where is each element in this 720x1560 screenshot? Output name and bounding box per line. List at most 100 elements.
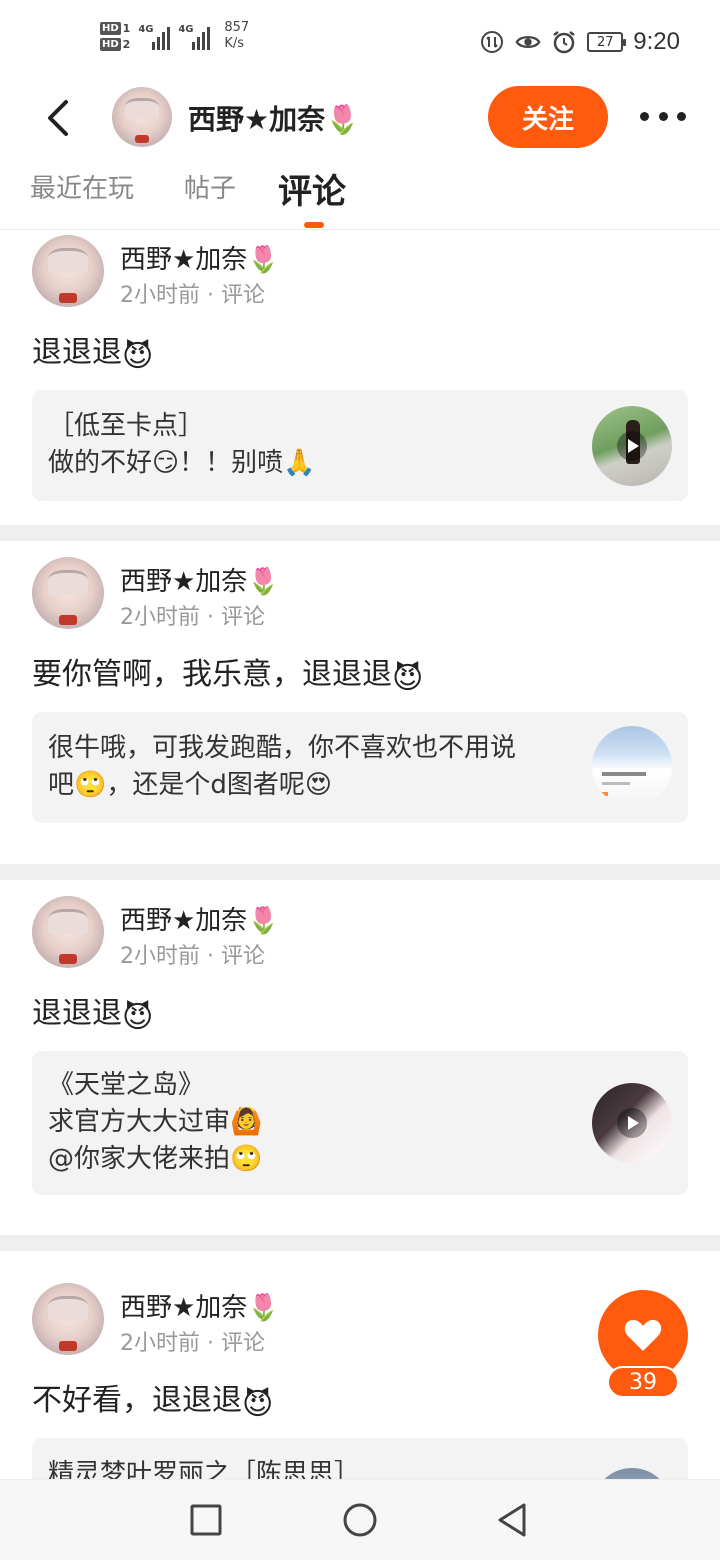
comment-text: 不好看，退退退😈 xyxy=(32,1375,273,1422)
avatar[interactable] xyxy=(32,896,104,968)
thumbnail-line xyxy=(602,782,630,785)
more-button[interactable] xyxy=(640,104,686,128)
alarm-icon xyxy=(551,29,577,55)
play-icon xyxy=(617,431,647,461)
quote-line: 很牛哦，可我发跑酷，你不喜欢也不用说 xyxy=(48,733,517,763)
status-left: HD 1 HD 2 4G 4G 857 K/s xyxy=(100,20,249,52)
back-button[interactable] xyxy=(40,98,80,138)
comment-author: 西野★加奈🌷 xyxy=(120,906,280,936)
comment-text-body: 不好看，退退退 xyxy=(32,1383,242,1418)
comment-text: 要你管啊，我乐意，退退退😈 xyxy=(32,649,423,696)
status-bar: HD 1 HD 2 4G 4G 857 K/s 27 9:20 xyxy=(0,0,720,84)
comment-author: 西野★加奈🌷 xyxy=(120,1293,280,1323)
image-thumbnail[interactable] xyxy=(592,726,672,806)
speed-unit: K/s xyxy=(224,36,245,51)
avatar[interactable] xyxy=(32,557,104,629)
hd-indicators: HD 1 HD 2 xyxy=(100,21,131,51)
quoted-post-text: 《天堂之岛》 求官方大大过审🙆 @你家大佬来拍🙄 xyxy=(48,1067,262,1178)
hd-badge-2: HD 2 xyxy=(100,37,131,51)
quoted-post-text: 精灵梦叶罗丽之［陈思思］ xyxy=(48,1456,360,1479)
quote-line: ［低至卡点］ xyxy=(48,411,205,441)
battery-icon: 27 xyxy=(587,32,627,52)
quoted-post[interactable]: 很牛哦，可我发跑酷，你不喜欢也不用说 吧🙄，还是个d图者呢😍 xyxy=(32,712,688,823)
data-saver-icon xyxy=(479,29,505,55)
quote-line: 《天堂之岛》 xyxy=(48,1070,205,1100)
hd-badge-1: HD 1 xyxy=(100,21,131,35)
hd-label: HD xyxy=(100,37,121,51)
quoted-post[interactable]: 精灵梦叶罗丽之［陈思思］ xyxy=(32,1438,688,1479)
quote-line: 精灵梦叶罗丽之［陈思思］ xyxy=(48,1459,361,1479)
more-dot xyxy=(658,111,668,121)
hd-label: HD xyxy=(100,21,121,35)
profile-header: 西野★加奈🌷 关注 xyxy=(0,84,720,154)
signal-label: 4G xyxy=(178,24,194,35)
back-nav-button[interactable] xyxy=(494,1502,530,1538)
video-thumbnail[interactable] xyxy=(592,1083,672,1163)
card-separator xyxy=(0,864,720,880)
quote-line: 吧🙄，还是个d图者呢😍 xyxy=(48,770,332,800)
quote-line: 求官方大大过审🙆 xyxy=(48,1107,263,1137)
tab-comments[interactable]: 评论 xyxy=(278,164,346,213)
quote-line: @你家大佬来拍🙄 xyxy=(48,1144,263,1174)
comment-card[interactable]: 西野★加奈🌷 2小时前 · 评论 退退退😈 ［低至卡点］ 做的不好😏！！别喷🙏 xyxy=(0,231,720,525)
clock: 9:20 xyxy=(633,28,680,55)
signal-icon: 4G xyxy=(138,22,171,50)
more-dot xyxy=(640,111,649,121)
circle-icon xyxy=(343,1503,377,1537)
avatar[interactable] xyxy=(32,235,104,307)
triangle-back-icon xyxy=(498,1503,526,1537)
follow-button[interactable]: 关注 xyxy=(488,86,608,148)
active-tab-indicator xyxy=(304,222,324,228)
comment-meta: 2小时前 · 评论 xyxy=(120,605,265,630)
comment-text: 退退退😈 xyxy=(32,327,153,374)
thumbnail-dot xyxy=(602,792,608,796)
heart-icon xyxy=(624,1320,662,1351)
user-name: 西野★加奈🌷 xyxy=(188,103,360,136)
thumbnail-line xyxy=(602,772,646,776)
quoted-post-text: 很牛哦，可我发跑酷，你不喜欢也不用说 吧🙄，还是个d图者呢😍 xyxy=(48,730,516,804)
comment-card[interactable]: 西野★加奈🌷 2小时前 · 评论 退退退😈 《天堂之岛》 求官方大大过审🙆 @你… xyxy=(0,880,720,1235)
devil-emoji-icon: 😈 xyxy=(392,661,424,696)
quoted-post[interactable]: 《天堂之岛》 求官方大大过审🙆 @你家大佬来拍🙄 xyxy=(32,1051,688,1195)
tab-recent[interactable]: 最近在玩 xyxy=(30,168,134,205)
speed-value: 857 xyxy=(224,20,250,35)
home-button[interactable] xyxy=(342,1502,378,1538)
comment-feed: 西野★加奈🌷 2小时前 · 评论 退退退😈 ［低至卡点］ 做的不好😏！！别喷🙏 … xyxy=(0,231,720,1479)
hd-num: 2 xyxy=(122,37,131,51)
square-icon xyxy=(190,1504,222,1536)
play-icon xyxy=(617,1108,647,1138)
comment-author: 西野★加奈🌷 xyxy=(120,245,280,275)
hd-num: 1 xyxy=(122,21,131,35)
image-thumbnail[interactable] xyxy=(592,1468,672,1479)
recents-button[interactable] xyxy=(188,1502,224,1538)
card-separator xyxy=(0,1235,720,1251)
avatar[interactable] xyxy=(32,1283,104,1355)
card-separator xyxy=(0,525,720,541)
signal-icon: 4G xyxy=(178,22,211,50)
status-right: 27 9:20 xyxy=(479,28,680,56)
system-nav-bar xyxy=(0,1479,720,1560)
like-count: 39 xyxy=(607,1366,679,1398)
chevron-left-icon xyxy=(48,100,68,136)
video-thumbnail[interactable] xyxy=(592,406,672,486)
quote-line: 做的不好😏！！别喷🙏 xyxy=(48,448,316,478)
comment-text-body: 退退退 xyxy=(32,335,122,370)
avatar[interactable] xyxy=(112,87,172,147)
comment-meta: 2小时前 · 评论 xyxy=(120,283,265,308)
devil-emoji-icon: 😈 xyxy=(242,1387,274,1422)
more-dot xyxy=(677,111,686,121)
quoted-post[interactable]: ［低至卡点］ 做的不好😏！！别喷🙏 xyxy=(32,390,688,501)
comment-meta: 2小时前 · 评论 xyxy=(120,1331,265,1356)
devil-emoji-icon: 😈 xyxy=(122,339,154,374)
devil-emoji-icon: 😈 xyxy=(122,1000,154,1035)
network-speed: 857 K/s xyxy=(224,20,249,52)
tab-posts[interactable]: 帖子 xyxy=(184,168,236,205)
comment-text-body: 要你管啊，我乐意，退退退 xyxy=(32,657,392,692)
comment-text: 退退退😈 xyxy=(32,988,153,1035)
signal-label: 4G xyxy=(138,24,154,35)
eye-icon xyxy=(515,29,541,55)
comment-card[interactable]: 西野★加奈🌷 2小时前 · 评论 要你管啊，我乐意，退退退😈 很牛哦，可我发跑酷… xyxy=(0,541,720,864)
comment-author: 西野★加奈🌷 xyxy=(120,567,280,597)
comment-meta: 2小时前 · 评论 xyxy=(120,944,265,969)
comment-text-body: 退退退 xyxy=(32,996,122,1031)
